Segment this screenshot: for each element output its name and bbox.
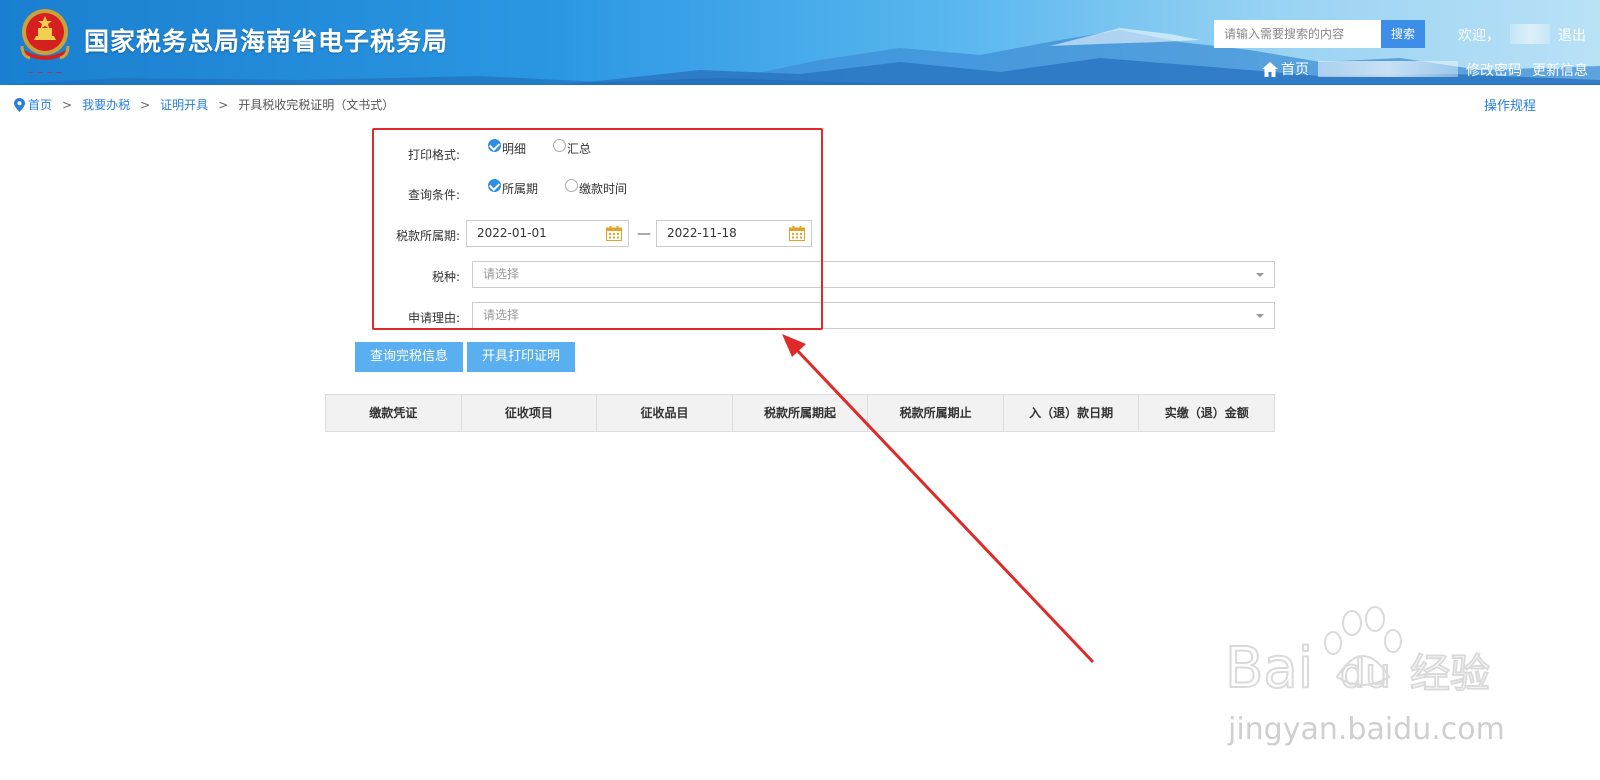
- column-header: 实缴（退）金额: [1164, 406, 1249, 420]
- svg-text:经验: 经验: [1410, 651, 1490, 697]
- print-certificate-button[interactable]: 开具打印证明: [467, 342, 575, 372]
- column-header: 税款所属期起: [733, 395, 869, 431]
- column-header: 征收项目: [462, 395, 598, 431]
- search-button[interactable]: 搜索: [1381, 20, 1425, 48]
- breadcrumb-home[interactable]: 首页: [28, 96, 52, 113]
- change-password-link[interactable]: 修改密码: [1466, 60, 1522, 80]
- breadcrumb: 首页 > 我要办税 > 证明开具 > 开具税收完税证明（文书式）: [14, 96, 394, 113]
- masked-taxpayer-info: [1318, 61, 1458, 77]
- location-pin-icon: [14, 97, 25, 112]
- home-link-label: 首页: [1281, 62, 1309, 78]
- annotation-highlight-box: [372, 128, 823, 330]
- column-header: 入（退）款日期: [1004, 395, 1140, 431]
- site-header: ~ ~ ~ ~ 国家税务总局海南省电子税务局 请输入需要搜索的内容 搜索 欢迎，…: [0, 0, 1600, 85]
- chevron-down-icon: [1256, 314, 1264, 318]
- breadcrumb-separator: >: [218, 97, 229, 112]
- svg-text:du: du: [1340, 651, 1391, 697]
- watermark-url: jingyan.baidu.com: [1228, 712, 1505, 747]
- breadcrumb-certificate[interactable]: 证明开具: [160, 96, 208, 113]
- logout-link[interactable]: 退出: [1558, 25, 1586, 45]
- site-title: 国家税务总局海南省电子税务局: [84, 27, 449, 56]
- column-header: 缴款凭证: [326, 395, 462, 431]
- breadcrumb-current-page: 开具税收完税证明（文书式）: [238, 98, 395, 112]
- national-emblem-logo: ~ ~ ~ ~: [20, 9, 70, 77]
- welcome-text: 欢迎，: [1458, 28, 1500, 44]
- column-header: 征收品目: [597, 395, 733, 431]
- home-icon: [1262, 61, 1278, 77]
- column-header: 税款所属期止: [868, 395, 1004, 431]
- query-tax-info-button[interactable]: 查询完税信息: [355, 342, 463, 372]
- app-root: ~ ~ ~ ~ 国家税务总局海南省电子税务局 请输入需要搜索的内容 搜索 欢迎，…: [0, 0, 1600, 780]
- breadcrumb-tax-handling[interactable]: 我要办税: [82, 96, 130, 113]
- watermark-brand: Bai: [1225, 636, 1313, 701]
- operation-guide-link[interactable]: 操作规程: [1484, 95, 1536, 114]
- update-info-link[interactable]: 更新信息: [1532, 60, 1588, 80]
- masked-username: [1510, 24, 1550, 44]
- search-input[interactable]: 请输入需要搜索的内容: [1214, 20, 1382, 48]
- breadcrumb-separator: >: [62, 97, 73, 112]
- svg-text:~ ~ ~ ~: ~ ~ ~ ~: [28, 68, 62, 77]
- results-table-header: 缴款凭证 征收项目 征收品目 税款所属期起 税款所属期止 入（退）款日期 实缴（…: [325, 394, 1275, 432]
- home-link[interactable]: 首页: [1262, 59, 1309, 79]
- chevron-down-icon: [1256, 273, 1264, 277]
- breadcrumb-separator: >: [140, 97, 151, 112]
